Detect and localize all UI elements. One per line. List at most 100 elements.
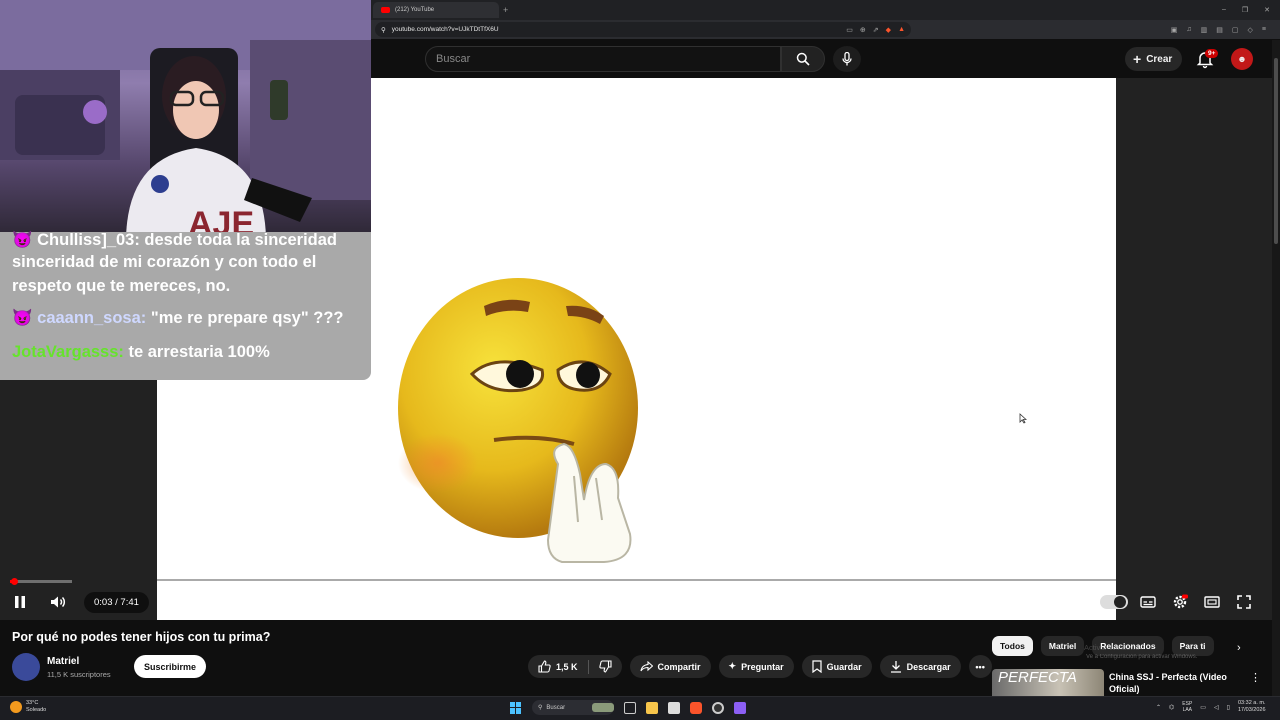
file-explorer-icon[interactable] bbox=[646, 701, 658, 714]
share-button[interactable]: Compartir bbox=[629, 655, 711, 678]
like-button[interactable]: 1,5 K bbox=[528, 655, 588, 678]
chat-text-overflow-end: respeto que te mereces, no. bbox=[12, 277, 231, 295]
lang-bottom: LAA bbox=[1182, 707, 1193, 713]
like-count: 1,5 K bbox=[556, 661, 578, 672]
extensions-area: ▣ ♫ ▥ ▤ ▢ ◇ ≡ bbox=[1171, 26, 1280, 34]
media-icon[interactable]: ♫ bbox=[1186, 26, 1191, 34]
chip-for-you[interactable]: Para ti bbox=[1171, 636, 1214, 656]
more-vertical-icon[interactable]: ⋮ bbox=[1250, 671, 1261, 684]
dislike-button[interactable] bbox=[589, 655, 622, 678]
panel-icon[interactable]: ▥ bbox=[1201, 26, 1208, 34]
share-label: Compartir bbox=[657, 661, 701, 672]
brave-shields-icon[interactable]: ◆ bbox=[886, 26, 891, 34]
chat-message: JotaVargasss: te arrestaria 100% bbox=[12, 340, 359, 364]
sun-icon bbox=[10, 701, 22, 713]
stream-chat-overlay: 😈 Chulliss]_03: desde toda la sinceridad… bbox=[0, 231, 371, 380]
recommendation-title[interactable]: China SSJ - Perfecta (Video Oficial) bbox=[1109, 671, 1239, 695]
autoplay-toggle[interactable] bbox=[1100, 595, 1128, 609]
sidebar-icon[interactable]: ▣ bbox=[1171, 26, 1178, 34]
create-button[interactable]: + Crear bbox=[1125, 47, 1183, 71]
notifications-badge: 9+ bbox=[1205, 49, 1219, 58]
battery-icon[interactable]: ▯ bbox=[1227, 704, 1230, 711]
sparkle-icon: ✦ bbox=[728, 661, 737, 671]
share-icon[interactable]: ⇗ bbox=[873, 26, 879, 34]
activate-windows-subtext: Ve a Configuración para activar Windows. bbox=[1086, 654, 1198, 660]
tabs-icon[interactable]: ▤ bbox=[1216, 26, 1223, 34]
youtube-favicon-icon bbox=[381, 7, 390, 13]
volume-button[interactable] bbox=[46, 590, 70, 614]
windows-start-icon[interactable] bbox=[510, 701, 522, 714]
cast-icon[interactable]: ▭ bbox=[846, 26, 853, 34]
more-horizontal-icon: ••• bbox=[975, 661, 985, 672]
player-controls-left: 0:03 / 7:41 bbox=[8, 589, 149, 615]
ask-label: Preguntar bbox=[741, 661, 784, 672]
zoom-icon[interactable]: ⊕ bbox=[860, 26, 866, 34]
address-bar: ⚲ youtube.com/watch?v=UJkTDtTfX6U ▭ ⊕ ⇗ … bbox=[371, 20, 1280, 39]
maximize-button[interactable]: ❐ bbox=[1242, 6, 1248, 14]
minimize-button[interactable]: – bbox=[1222, 6, 1226, 14]
weather-temp: 33°C bbox=[26, 700, 39, 706]
recommendation-thumbnail[interactable]: PERFECTA bbox=[992, 669, 1104, 696]
clock-time: 03:32 a. m. bbox=[1238, 700, 1266, 706]
page-scrollbar[interactable] bbox=[1272, 40, 1280, 696]
streamer-webcam: AJE bbox=[0, 0, 371, 238]
pause-button[interactable] bbox=[8, 590, 32, 614]
system-tray: ⌃ ⌬ ESP LAA ▭ ◁ ▯ bbox=[1156, 701, 1230, 713]
fullscreen-icon bbox=[1237, 595, 1251, 609]
monitor-icon[interactable]: ▭ bbox=[1200, 704, 1206, 711]
scroll-thumb[interactable] bbox=[1274, 58, 1278, 244]
chevron-up-icon[interactable]: ⌃ bbox=[1156, 704, 1161, 711]
site-info-icon[interactable]: ⚲ bbox=[381, 26, 386, 34]
create-label: Crear bbox=[1146, 53, 1173, 65]
chat-message: 😈 Chulliss]_03: desde toda la sinceridad… bbox=[12, 228, 359, 252]
chat-message-continued: respeto que te mereces, no. bbox=[12, 274, 359, 298]
progress-scrubber[interactable] bbox=[11, 578, 18, 585]
close-window-button[interactable]: ✕ bbox=[1264, 6, 1270, 14]
fullscreen-button[interactable] bbox=[1232, 590, 1256, 614]
task-view-icon[interactable] bbox=[624, 701, 636, 714]
volume-icon bbox=[51, 596, 65, 608]
language-indicator[interactable]: ESP LAA bbox=[1182, 701, 1192, 713]
channel-name[interactable]: Matriel bbox=[47, 656, 79, 667]
theater-mode-button[interactable] bbox=[1200, 590, 1224, 614]
settings-button[interactable] bbox=[1168, 590, 1192, 614]
brave-browser-icon[interactable] bbox=[690, 701, 702, 714]
chip-channel[interactable]: Matriel bbox=[1040, 636, 1085, 656]
subtitles-button[interactable] bbox=[1136, 590, 1160, 614]
obs-icon[interactable] bbox=[712, 701, 724, 714]
speaker-icon[interactable]: ◁ bbox=[1214, 704, 1219, 711]
more-actions-button[interactable]: ••• bbox=[968, 655, 992, 678]
menu-icon[interactable]: ≡ bbox=[1262, 26, 1266, 34]
channel-avatar[interactable] bbox=[12, 653, 40, 681]
search-button[interactable] bbox=[781, 46, 825, 72]
vpn-icon[interactable]: ◇ bbox=[1248, 26, 1253, 34]
taskbar-search[interactable]: ⚲ Buscar bbox=[532, 700, 614, 715]
video-bottom-line bbox=[157, 579, 1116, 581]
new-tab-button[interactable]: + bbox=[503, 5, 508, 15]
store-icon[interactable] bbox=[668, 701, 680, 714]
ask-button[interactable]: ✦ Preguntar bbox=[718, 655, 794, 678]
chat-username: caaann_sosa: bbox=[37, 309, 147, 327]
weather-widget[interactable]: 33°C Soleado bbox=[10, 700, 46, 714]
twitch-icon[interactable] bbox=[734, 701, 746, 714]
thumbs-down-icon bbox=[598, 660, 612, 673]
download-button[interactable]: Descargar bbox=[879, 655, 961, 678]
chip-all[interactable]: Todos bbox=[992, 636, 1033, 656]
subscribe-button[interactable]: Suscribirme bbox=[134, 655, 207, 678]
progress-bar[interactable] bbox=[10, 580, 72, 583]
brave-rewards-icon[interactable]: ▲ bbox=[898, 26, 905, 34]
wallet-icon[interactable]: ▢ bbox=[1232, 26, 1239, 34]
tab-title: (212) YouTube bbox=[395, 7, 435, 13]
voice-search-button[interactable] bbox=[833, 46, 861, 72]
url-field[interactable]: ⚲ youtube.com/watch?v=UJkTDtTfX6U ▭ ⊕ ⇗ … bbox=[375, 22, 911, 37]
taskbar-clock[interactable]: 03:32 a. m. 17/03/2026 bbox=[1238, 700, 1266, 714]
usb-icon[interactable]: ⌬ bbox=[1169, 704, 1174, 711]
chevron-right-icon[interactable]: › bbox=[1237, 642, 1241, 654]
search-input[interactable]: Buscar bbox=[425, 46, 781, 72]
browser-tab[interactable]: (212) YouTube bbox=[373, 2, 499, 18]
save-button[interactable]: Guardar bbox=[801, 655, 872, 678]
youtube-header: Buscar + Crear 9+ ☻ bbox=[371, 39, 1280, 78]
url-text: youtube.com/watch?v=UJkTDtTfX6U bbox=[391, 26, 499, 33]
chat-username: Chulliss]_03: bbox=[37, 231, 140, 249]
account-avatar[interactable]: ☻ bbox=[1231, 48, 1253, 70]
